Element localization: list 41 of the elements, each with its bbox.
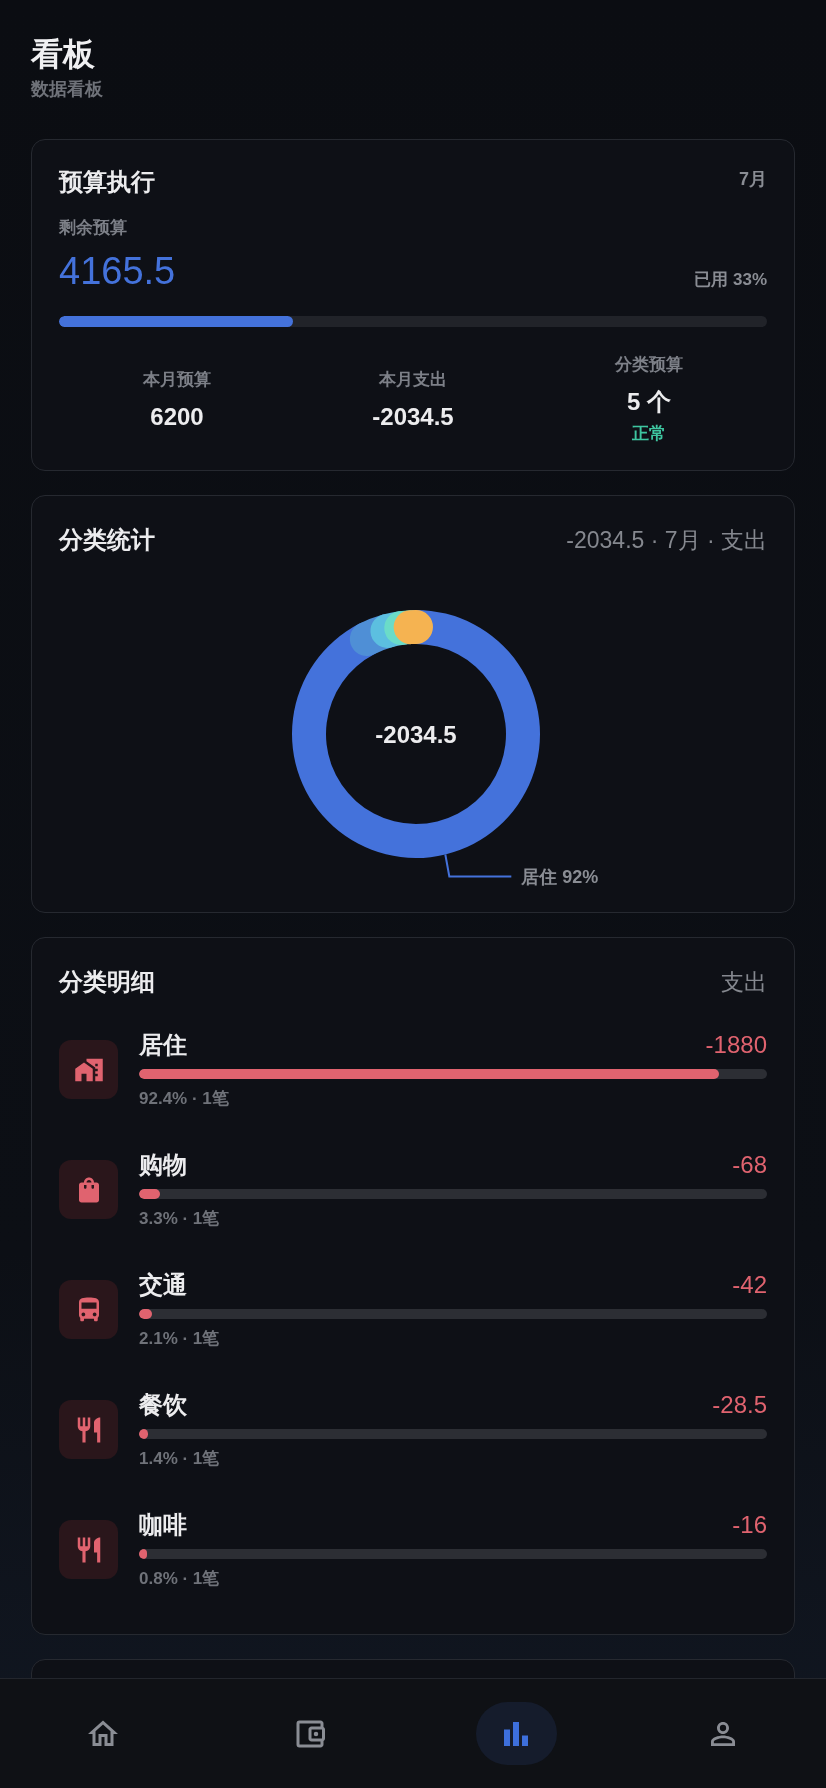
bus-icon [59,1280,118,1339]
stat-label: 本月预算 [143,368,211,391]
page-subtitle: 数据看板 [31,78,104,100]
type-label: 支出 [721,968,767,997]
card-title: 分类统计 [59,525,155,555]
stat-label: 本月支出 [379,368,447,391]
page-title: 看板 [31,35,96,74]
shopping-bag-icon [59,1160,118,1219]
category-meta: 92.4% · 1笔 [139,1088,230,1110]
slice-label: 居住 92% [521,867,599,888]
status-label: 正常 [632,423,666,445]
category-meta: 3.3% · 1笔 [139,1208,221,1230]
summary-text: -2034.5 · 7月 · 支出 [566,526,767,555]
fork-knife-icon [59,1400,118,1459]
category-meta: 2.1% · 1笔 [139,1328,221,1350]
category-amount: -42 [732,1270,767,1300]
house-icon [59,1040,118,1099]
stat-label: 分类预算 [615,354,683,376]
card-title: 预算执行 [59,167,155,197]
stat-value: 5 个 [627,387,671,417]
category-name: 购物 [139,1150,187,1180]
category-name: 居住 [139,1030,187,1060]
card-title: 分类明细 [59,967,155,997]
stat-value: -2034.5 [372,401,454,432]
category-amount: -16 [732,1510,767,1540]
fork-knife-icon [59,1520,118,1579]
category-name: 餐饮 [139,1390,187,1420]
remaining-label: 剩余预算 [59,218,127,237]
category-name: 交通 [139,1270,187,1300]
category-meta: 1.4% · 1笔 [139,1448,221,1470]
donut-center-value: -2034.5 [375,721,457,748]
category-name: 咖啡 [139,1510,187,1540]
used-percent: 已用 33% [694,269,767,291]
category-amount: -1880 [705,1030,767,1060]
month-label: 7月 [739,168,767,191]
category-meta: 0.8% · 1笔 [139,1568,221,1590]
stat-value: 6200 [150,401,204,432]
category-amount: -28.5 [712,1390,767,1420]
category-amount: -68 [732,1150,767,1180]
remaining-amount: 4165.5 [59,249,176,294]
leader-line [444,853,513,878]
